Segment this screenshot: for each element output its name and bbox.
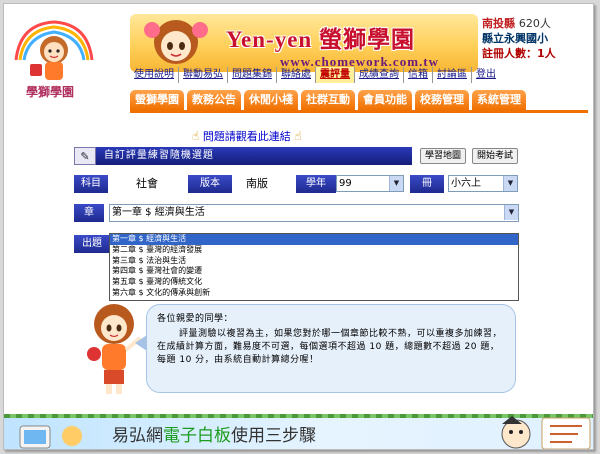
tab-announcements[interactable]: 教務公告 [187, 90, 241, 110]
start-exam-button[interactable]: 開始考試 [471, 148, 518, 164]
chevron-down-icon[interactable]: ▼ [504, 205, 518, 220]
help-notice[interactable]: ☝ 問題請觀看此連結 ☝ [192, 128, 302, 144]
pencil-icon: ✎ [74, 147, 96, 165]
tab-member[interactable]: 會員功能 [358, 90, 412, 110]
link-assessment[interactable]: 震評量 [316, 67, 355, 83]
year-select-value: 99 [339, 178, 352, 189]
county-line: 南投縣 620人 [482, 16, 593, 31]
link-logout[interactable]: 登出 [472, 67, 500, 83]
ad-suffix: 使用三步驟 [231, 426, 316, 446]
school-name: 縣立永興國小 [482, 32, 548, 45]
subject-label: 科目 [74, 175, 108, 193]
chevron-down-icon[interactable]: ▼ [503, 176, 517, 191]
exam-bar: ✎ 自訂評量練習隨機選題 學習地圖 開始考試 [74, 147, 518, 165]
version-value: 南版 [246, 177, 268, 190]
version-label: 版本 [188, 175, 232, 193]
book-select-value: 小六上 [451, 178, 481, 189]
chapter-option[interactable]: 第三章 $ 法治與生活 [110, 256, 518, 267]
chapter-label: 章 [74, 204, 104, 222]
book-label: 冊 [410, 175, 444, 193]
hand-icon: ☝ [192, 129, 200, 143]
year-label: 學年 [296, 175, 336, 193]
help-notice-text: 問題請觀看此連結 [202, 130, 291, 143]
top-links: 使用說明 聯動易弘 問題集錦 聯絡處 震評量 成績查詢 信箱 討論區 登出 [130, 67, 500, 83]
county-count: 620人 [518, 17, 551, 30]
link-grades[interactable]: 成績查詢 [355, 67, 404, 83]
site-logo[interactable]: 學獅學園 [10, 12, 98, 102]
link-mailbox[interactable]: 信箱 [404, 67, 433, 83]
greeting-text: 各位親愛的同學： [157, 314, 234, 324]
book-select[interactable]: 小六上 ▼ [448, 175, 518, 192]
chapter-option[interactable]: 第二章 $ 臺灣的經濟發展 [110, 245, 518, 256]
ad-prefix: 易弘網 [112, 426, 163, 446]
learning-map-button[interactable]: 學習地圖 [419, 148, 466, 164]
logo-text: 學獅學園 [26, 84, 74, 99]
browser-page: 學獅學園 Yen-yen 螢獅學園 www.chomework.com.tw 南… [3, 3, 594, 450]
tab-system-admin[interactable]: 系統管理 [472, 90, 526, 110]
instructions-text: 評量測驗以複習為主，如果您對於哪一個章節比較不熟，可以重複多加練習，在成績計算方… [157, 329, 503, 365]
user-info: 南投縣 620人 縣立永興國小 註冊人數：1人 [482, 16, 593, 64]
chapter-select[interactable]: 第一章 $ 經濟與生活 ▼ [109, 204, 519, 222]
chapter-option[interactable]: 第一章 $ 經濟與生活 [110, 234, 518, 245]
ad-banner[interactable]: 易弘網電子白板使用三步驟 [4, 414, 593, 449]
tab-home[interactable]: 螢獅學園 [130, 90, 184, 110]
ad-text: 易弘網電子白板使用三步驟 [112, 421, 316, 446]
instructions-bubble: 各位親愛的同學： 評量測驗以複習為主，如果您對於哪一個章節比較不熟，可以重複多加… [135, 304, 516, 393]
ad-mascot-icon [501, 416, 591, 449]
question-label: 出題 [74, 235, 110, 253]
banner-title: Yen-yen 螢獅學園 [226, 27, 415, 52]
filter-row: 科目 社會 版本 南版 學年 99 ▼ 冊 小六上 ▼ [74, 175, 518, 193]
link-usage[interactable]: 使用說明 [130, 67, 179, 83]
ad-decoration-icon [19, 425, 82, 449]
tab-underline [130, 110, 588, 113]
exam-bar-title: 自訂評量練習隨機選題 [95, 147, 412, 165]
year-select[interactable]: 99 ▼ [336, 175, 404, 192]
link-yihong[interactable]: 聯動易弘 [179, 67, 228, 83]
chapter-option[interactable]: 第四章 $ 臺灣社會的變遷 [110, 266, 518, 277]
link-contact[interactable]: 聯絡處 [277, 67, 316, 83]
tab-leisure[interactable]: 休閒小棧 [244, 90, 298, 110]
mascot-icon [144, 20, 208, 64]
chapter-select-value: 第一章 $ 經濟與生活 [112, 207, 205, 218]
subject-value: 社會 [136, 177, 158, 190]
chapter-option[interactable]: 第六章 $ 文化的傳承與創新 [110, 288, 518, 299]
bubble-tail [135, 335, 147, 351]
tab-school-admin[interactable]: 校務管理 [415, 90, 469, 110]
county-name: 南投縣 [482, 17, 515, 30]
link-faq[interactable]: 問題集錦 [228, 67, 277, 83]
chapter-dropdown-list[interactable]: 第一章 $ 經濟與生活 第二章 $ 臺灣的經濟發展 第三章 $ 法治與生活 第四… [109, 233, 519, 301]
chapter-option[interactable]: 第五章 $ 臺灣的傳統文化 [110, 277, 518, 288]
link-forum[interactable]: 討論區 [433, 67, 472, 83]
main-tabs: 螢獅學園 教務公告 休閒小棧 社群互動 會員功能 校務管理 系統管理 [130, 90, 526, 110]
tab-community[interactable]: 社群互動 [301, 90, 355, 110]
chevron-down-icon[interactable]: ▼ [389, 176, 403, 191]
hand-icon: ☝ [294, 129, 302, 143]
site-banner[interactable]: Yen-yen 螢獅學園 www.chomework.com.tw [130, 14, 478, 72]
online-count: 註冊人數：1人 [482, 47, 556, 60]
ad-highlight: 電子白板 [163, 426, 231, 446]
